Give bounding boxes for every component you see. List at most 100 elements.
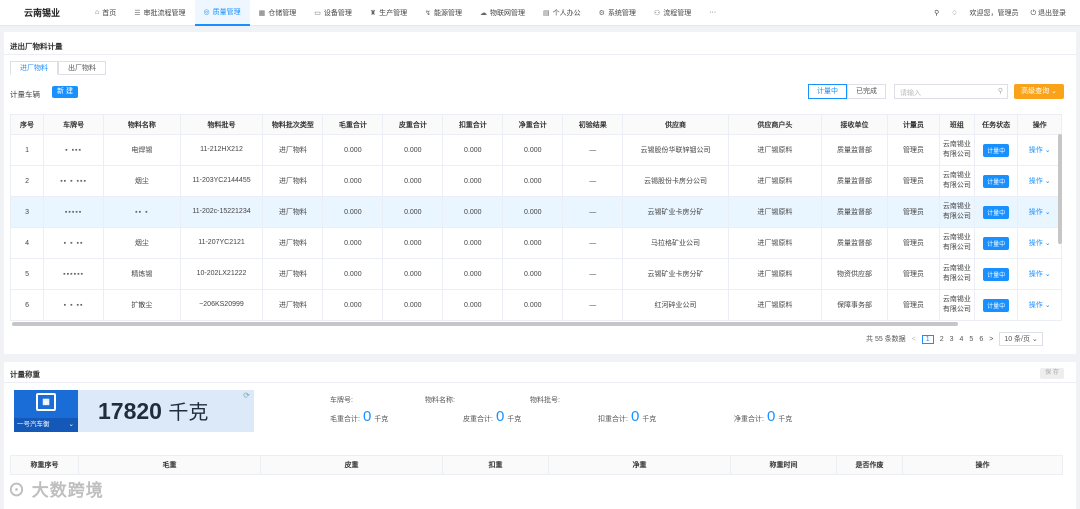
cell-plate: ▪ ▪ ▪▪ bbox=[43, 227, 105, 259]
nav-item-2[interactable]: ◎ 质量管理 bbox=[194, 0, 250, 26]
cell-deduct: 0.000 bbox=[442, 134, 504, 166]
cell-op[interactable]: 操作 ⌄ bbox=[1017, 134, 1062, 166]
nav-item-1[interactable]: ☰ 审批流程管理 bbox=[125, 0, 194, 26]
seg-measuring[interactable]: 计量中 bbox=[808, 84, 847, 99]
table-row[interactable]: 5 ▪▪▪▪▪▪ 精炼锡 10-202LX21222 进厂物料 0.000 0.000 0.0… bbox=[9, 258, 1062, 290]
page-number[interactable]: 6 bbox=[979, 336, 983, 343]
cell-status[interactable]: 计量中 bbox=[973, 165, 1019, 197]
cell-tare: 0.000 bbox=[382, 134, 444, 166]
cell-op[interactable]: 操作 ⌄ bbox=[1017, 196, 1062, 228]
cell-type: 进厂物料 bbox=[262, 227, 324, 259]
pager-total: 共 55 条数据 bbox=[866, 336, 906, 343]
table-row[interactable]: 6 ▪ ▪ ▪▪ 扩散尘 ~206KS20999 进厂物料 0.000 0.000 0.000… bbox=[9, 289, 1062, 321]
cell-status[interactable]: 计量中 bbox=[973, 258, 1019, 290]
row-action-menu[interactable]: 操作 ⌄ bbox=[1029, 271, 1051, 278]
page-number[interactable]: 1 bbox=[921, 334, 934, 344]
nav-item-6[interactable]: ↯ 能源管理 bbox=[416, 0, 471, 26]
pager-next[interactable]: > bbox=[989, 336, 993, 343]
cell-deduct: 0.000 bbox=[442, 196, 504, 228]
nav-item-9[interactable]: ⚙ 系统管理 bbox=[590, 0, 645, 26]
table-scrollbar-vertical[interactable] bbox=[1058, 134, 1062, 244]
masked-text: ▪▪ ▪ ▪▪▪ bbox=[60, 177, 87, 185]
status-badge[interactable]: 计量中 bbox=[983, 174, 1010, 188]
status-badge[interactable]: 计量中 bbox=[983, 143, 1010, 157]
nav-label: 能源管理 bbox=[434, 9, 463, 17]
cell-tare: 0.000 bbox=[382, 165, 444, 197]
status-segment: 计量中 已完成 bbox=[808, 84, 886, 99]
cloud-icon: ☁ bbox=[480, 9, 488, 17]
search-icon[interactable]: ⚲ bbox=[934, 9, 939, 17]
nav-item-8[interactable]: ▤ 个人办公 bbox=[534, 0, 590, 26]
nav-item-5[interactable]: ♜ 生产管理 bbox=[361, 0, 416, 26]
column-header: 毛重 bbox=[78, 455, 261, 475]
cell-operator: 管理员 bbox=[887, 196, 940, 228]
nav-label: 设备管理 bbox=[323, 9, 352, 17]
cell-name: 电焊锡 bbox=[103, 134, 181, 166]
cell-team: 云南锡业有限公司 bbox=[938, 289, 975, 321]
weigh-title: 计量称重 bbox=[10, 370, 40, 379]
column-header: 净重合计 bbox=[502, 114, 564, 135]
tab-in[interactable]: 进厂物料 bbox=[10, 61, 58, 75]
row-action-menu[interactable]: 操作 ⌄ bbox=[1029, 302, 1051, 309]
cell-status[interactable]: 计量中 bbox=[973, 289, 1019, 321]
page-number[interactable]: 3 bbox=[950, 336, 954, 343]
row-action-menu[interactable]: 操作 ⌄ bbox=[1029, 147, 1051, 154]
bell-icon[interactable]: ♢ bbox=[951, 9, 957, 17]
tab-out[interactable]: 出厂物料 bbox=[58, 61, 106, 75]
row-action-menu[interactable]: 操作 ⌄ bbox=[1029, 178, 1051, 185]
cell-net: 0.000 bbox=[502, 196, 564, 228]
quality-icon: ◎ bbox=[203, 8, 210, 16]
cell-team: 云南锡业有限公司 bbox=[938, 165, 975, 197]
table-row[interactable]: 4 ▪ ▪ ▪▪ 烟尘 11-207YC2121 进厂物料 0.000 0.000 0.000… bbox=[9, 227, 1062, 259]
cell-op[interactable]: 操作 ⌄ bbox=[1017, 227, 1062, 259]
cell-account: 进厂锡原料 bbox=[727, 134, 822, 166]
cell-op[interactable]: 操作 ⌄ bbox=[1017, 289, 1062, 321]
nav-item-10[interactable]: ⚇ 流程管理 bbox=[645, 0, 700, 26]
cell-account: 进厂锡原料 bbox=[727, 258, 822, 290]
cell-deduct: 0.000 bbox=[442, 258, 504, 290]
row-action-menu[interactable]: 操作 ⌄ bbox=[1029, 209, 1051, 216]
status-badge[interactable]: 计量中 bbox=[983, 205, 1010, 219]
nav-item-3[interactable]: ▦ 仓储管理 bbox=[250, 0, 306, 26]
batch-field-label: 物料批号: bbox=[530, 397, 560, 404]
status-badge[interactable]: 计量中 bbox=[983, 267, 1010, 281]
nav-label: 系统管理 bbox=[607, 9, 636, 17]
cell-status[interactable]: 计量中 bbox=[973, 196, 1019, 228]
page-size-select[interactable]: 10 条/页 ⌄ bbox=[999, 332, 1043, 346]
material-table: 序号 车牌号 物料名称 物料批号 物料批次类型 毛重合计 皮重合计 扣重合计 净重合计 初验结果供… bbox=[9, 114, 1062, 321]
table-row[interactable]: 3 ▪▪▪▪▪ ▪▪ ▪ 11-202c-15221234 进厂物料 0.000 0.000… bbox=[9, 196, 1062, 228]
cell-op[interactable]: 操作 ⌄ bbox=[1017, 165, 1062, 197]
nav-label: 物联网管理 bbox=[490, 9, 526, 17]
page-number[interactable]: 2 bbox=[940, 336, 944, 343]
main-nav: ⌂ 首页 ☰ 审批流程管理 ◎ 质量管理 ▦ 仓储管理 ▭ 设备管理 ♜ 生产管理 ↯ 能源管理 ☁ 物联网管… bbox=[86, 0, 725, 26]
save-button[interactable]: 保 存 bbox=[1040, 368, 1064, 379]
row-action-menu[interactable]: 操作 ⌄ bbox=[1029, 240, 1051, 247]
refresh-icon[interactable]: ⟳ bbox=[243, 391, 250, 400]
cell-unit: 质量监督部 bbox=[820, 227, 889, 259]
new-button[interactable]: 新 建 bbox=[52, 86, 78, 98]
nav-item-7[interactable]: ☁ 物联网管理 bbox=[471, 0, 534, 26]
status-badge[interactable]: 计量中 bbox=[983, 236, 1010, 250]
advanced-query-button[interactable]: 高级查询 ⌄ bbox=[1014, 84, 1064, 99]
nav-item-11[interactable]: ··· bbox=[700, 0, 725, 26]
logout-link[interactable]: ⏻ 退出登录 bbox=[1031, 8, 1066, 18]
cell-op[interactable]: 操作 ⌄ bbox=[1017, 258, 1062, 290]
masked-text: ▪▪▪▪▪▪ bbox=[63, 270, 85, 278]
cell-status[interactable]: 计量中 bbox=[973, 134, 1019, 166]
cell-status[interactable]: 计量中 bbox=[973, 227, 1019, 259]
weight-value: 17820 千克 bbox=[98, 398, 209, 424]
status-badge[interactable]: 计量中 bbox=[983, 298, 1010, 312]
nav-item-4[interactable]: ▭ 设备管理 bbox=[305, 0, 361, 26]
weight-display-card: ▦ 一号汽车衡 ⌄ 17820 千克 ⟳ bbox=[14, 390, 254, 432]
search-input[interactable]: 请输入 ⚲ bbox=[894, 84, 1008, 99]
cell-gross: 0.000 bbox=[322, 196, 384, 228]
truck-scale-selector[interactable]: ▦ 一号汽车衡 ⌄ bbox=[14, 390, 78, 432]
page-number[interactable]: 4 bbox=[960, 336, 964, 343]
table-scrollbar-horizontal[interactable] bbox=[12, 322, 958, 326]
seg-done[interactable]: 已完成 bbox=[847, 84, 886, 99]
nav-item-0[interactable]: ⌂ 首页 bbox=[86, 0, 125, 26]
table-row[interactable]: 2 ▪▪ ▪ ▪▪▪ 烟尘 11-203YC2144455 进厂物料 0.000 0.000… bbox=[9, 165, 1062, 197]
cell-net: 0.000 bbox=[502, 289, 564, 321]
table-row[interactable]: 1 ▪ ▪▪▪ 电焊锡 11-212HX212 进厂物料 0.000 0.000 0.000 0… bbox=[9, 134, 1062, 166]
page-number[interactable]: 5 bbox=[969, 336, 973, 343]
